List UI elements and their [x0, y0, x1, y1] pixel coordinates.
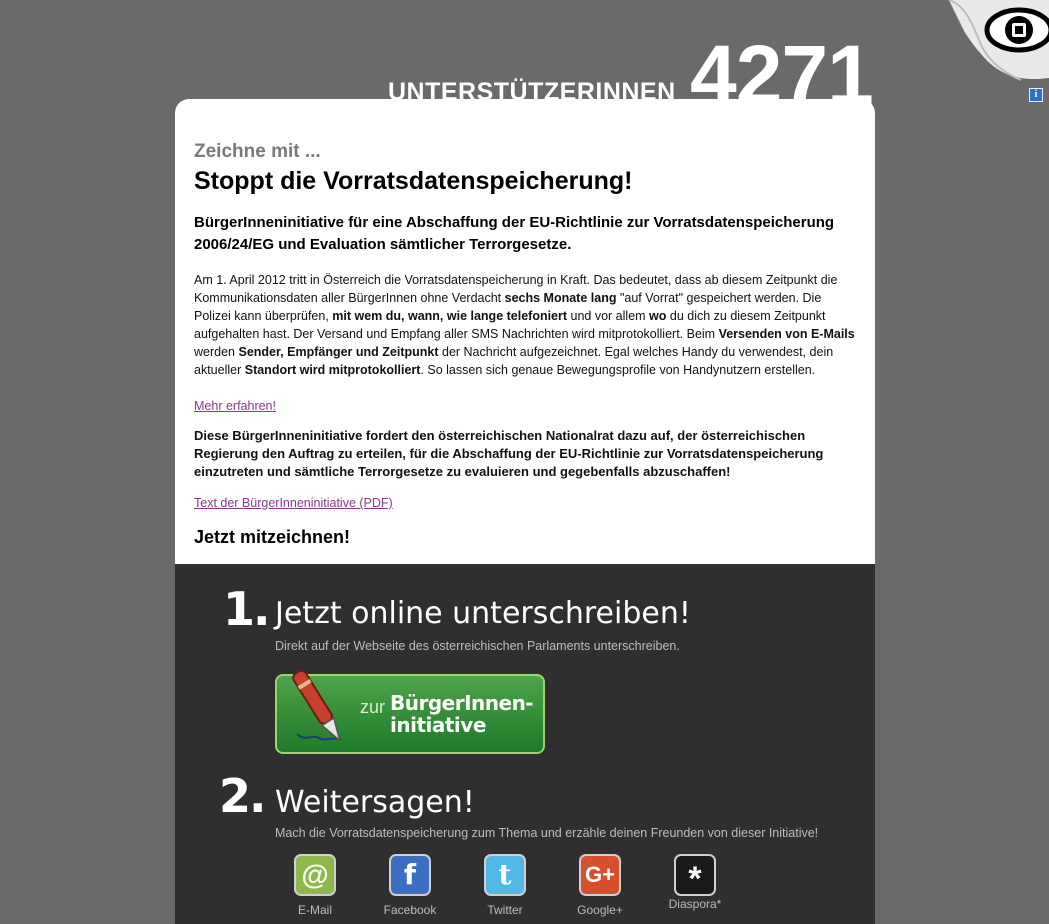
initiative-card: Zeichne mit ... Stoppt die Vorratsdatens…: [175, 99, 875, 564]
supporter-counter: UNTERSTÜTZERINNEN 4271: [388, 30, 888, 120]
share-label: Twitter: [487, 903, 523, 917]
step-two-number: 2.: [219, 769, 267, 823]
share-buttons: @ E-Mail f Facebook t Twitter G+ Google+…: [175, 854, 875, 924]
sign-now-heading: Jetzt mitzeichnen!: [194, 527, 351, 547]
cta-label: BürgerInnen-initiative: [390, 691, 534, 737]
share-label: Google+: [577, 903, 623, 917]
cta-prefix: zur: [360, 697, 386, 717]
sign-initiative-button[interactable]: zur BürgerInnen-initiative: [275, 669, 545, 754]
email-icon: @: [294, 854, 336, 896]
step-two-desc: Mach die Vorratsdatenspeicherung zum The…: [275, 826, 819, 840]
share-label: E-Mail: [297, 903, 332, 917]
share-facebook-button[interactable]: f Facebook: [380, 854, 440, 917]
page-title: Stoppt die Vorratsdatenspeicherung!: [194, 167, 633, 195]
share-twitter-button[interactable]: t Twitter: [475, 854, 535, 917]
pdf-link[interactable]: Text der BürgerInneninitiative (PDF): [194, 494, 393, 512]
twitter-icon: t: [484, 854, 526, 896]
share-diaspora-button[interactable]: * Diaspora*: [665, 854, 725, 911]
facebook-icon: f: [389, 854, 431, 896]
share-label: Diaspora*: [668, 897, 722, 911]
googleplus-icon: G+: [579, 854, 621, 896]
step-one-desc: Direkt auf der Webseite des österreichis…: [275, 639, 680, 653]
share-label: Facebook: [383, 903, 437, 917]
page-peel-eye-logo[interactable]: [941, 0, 1049, 86]
intro-paragraph: Am 1. April 2012 tritt in Österreich die…: [194, 273, 855, 377]
initiative-demand: Diese BürgerInneninitiative fordert den …: [194, 428, 824, 479]
step-two-title: Weitersagen!: [275, 785, 475, 820]
fountain-pen-icon: [292, 669, 342, 743]
initiative-subtitle: BürgerInneninitiative für eine Abschaffu…: [194, 214, 835, 253]
share-email-button[interactable]: @ E-Mail: [285, 854, 345, 917]
more-info-link[interactable]: Mehr erfahren!: [194, 397, 276, 415]
step-one-number: 1.: [223, 582, 271, 636]
share-googleplus-button[interactable]: G+ Google+: [570, 854, 630, 917]
step-one-title: Jetzt online unterschreiben!: [275, 596, 691, 631]
diaspora-icon: *: [674, 854, 716, 898]
action-section: 1. Jetzt online unterschreiben! Direkt a…: [175, 564, 875, 924]
info-icon[interactable]: i: [1029, 88, 1043, 102]
pre-title: Zeichne mit ...: [194, 141, 321, 162]
